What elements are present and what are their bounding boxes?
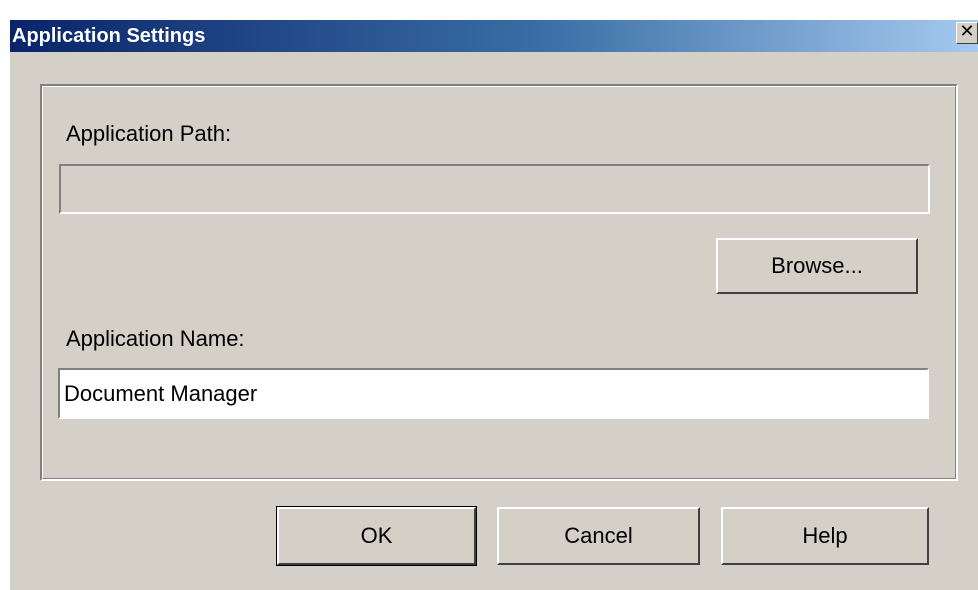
application-name-field[interactable] bbox=[58, 368, 929, 419]
cancel-button[interactable]: Cancel bbox=[497, 507, 700, 565]
close-icon: ✕ bbox=[959, 21, 975, 42]
application-path-field[interactable] bbox=[59, 164, 930, 214]
application-settings-dialog: Application Settings ✕ Application Path:… bbox=[10, 20, 978, 590]
application-name-label: Application Name: bbox=[66, 326, 245, 351]
help-button[interactable]: Help bbox=[721, 507, 929, 565]
help-button-label: Help bbox=[802, 523, 848, 548]
cancel-button-label: Cancel bbox=[564, 523, 633, 548]
application-path-label: Application Path: bbox=[66, 121, 232, 146]
ok-button[interactable]: OK bbox=[276, 506, 477, 566]
browse-button-label: Browse... bbox=[771, 253, 863, 278]
browse-button[interactable]: Browse... bbox=[716, 238, 918, 294]
close-button[interactable]: ✕ bbox=[956, 22, 978, 44]
window-title: Application Settings bbox=[12, 25, 206, 47]
ok-button-label: OK bbox=[360, 523, 393, 548]
title-bar[interactable]: Application Settings ✕ bbox=[10, 20, 978, 52]
